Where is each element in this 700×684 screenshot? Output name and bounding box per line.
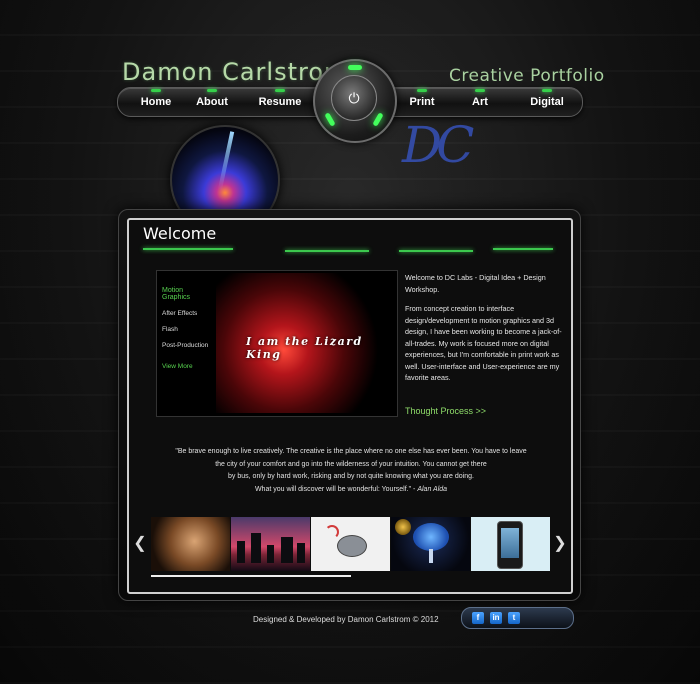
phone-icon — [497, 521, 523, 569]
power-glow-left — [324, 112, 336, 127]
portfolio-carousel: ❮ ❯ — [129, 516, 571, 574]
power-glow-right — [372, 112, 384, 127]
motion-graphics-showcase: Motion Graphics After Effects Flash Post… — [156, 270, 398, 417]
showcase-menu: Motion Graphics After Effects Flash Post… — [162, 287, 212, 379]
tree-trunk — [429, 549, 433, 563]
thought-process-link[interactable]: Thought Process >> — [405, 406, 486, 416]
robot-fish-shape — [337, 535, 367, 557]
accent-line — [143, 248, 233, 250]
chevron-right-icon[interactable]: ❯ — [551, 529, 569, 559]
nav-home[interactable]: Home — [132, 88, 180, 116]
nav-art[interactable]: Art — [458, 88, 502, 116]
nav-print[interactable]: Print — [398, 88, 446, 116]
tree-canopy — [413, 523, 449, 551]
nav-about[interactable]: About — [188, 88, 236, 116]
showcase-heading[interactable]: Motion Graphics — [162, 287, 212, 301]
chevron-left-icon[interactable]: ❮ — [131, 529, 149, 559]
phone-screen — [501, 528, 519, 558]
accent-line — [285, 250, 369, 252]
showcase-item-after-effects[interactable]: After Effects — [162, 310, 212, 317]
power-button[interactable]: ⏻ — [313, 59, 397, 143]
skyline-building — [281, 537, 293, 563]
linkedin-icon[interactable]: in — [490, 612, 502, 624]
thumbnail-smartphone[interactable] — [471, 517, 550, 571]
quote-block: "Be brave enough to live creatively. The… — [151, 446, 551, 496]
nav-digital[interactable]: Digital — [522, 88, 572, 116]
twitter-icon[interactable]: t — [508, 612, 520, 624]
quote-line-text: What you will discover will be wonderful… — [254, 485, 418, 493]
quote-line: What you will discover will be wonderful… — [151, 484, 551, 497]
skyline-building — [251, 533, 261, 563]
showcase-item-post-production[interactable]: Post-Production — [162, 342, 212, 349]
power-glow-top — [348, 65, 362, 70]
gear-icon — [395, 519, 411, 535]
site-name[interactable]: Damon Carlstrom — [122, 58, 348, 86]
signal-icon — [325, 525, 339, 539]
artwork-title: I am the Lizard King — [246, 335, 363, 361]
content-frame: Welcome Motion Graphics After Effects Fl… — [127, 218, 573, 594]
thumbnail-blue-tree[interactable] — [391, 517, 470, 571]
tagline: Creative Portfolio — [449, 66, 605, 86]
social-links: f in t — [461, 607, 574, 629]
skyline-building — [237, 541, 245, 563]
galaxy-beam — [217, 131, 235, 191]
thumbnail-robot-fish[interactable] — [311, 517, 390, 571]
intro-paragraph: From concept creation to interface desig… — [405, 304, 562, 382]
showcase-item-flash[interactable]: Flash — [162, 326, 212, 333]
content-panel: Welcome Motion Graphics After Effects Fl… — [118, 209, 581, 601]
accent-line — [399, 250, 473, 252]
quote-line: the city of your comfort and go into the… — [215, 460, 487, 468]
view-more-link[interactable]: View More — [162, 363, 212, 370]
thumbnail-portrait-artwork[interactable] — [151, 517, 230, 571]
skyline-building — [267, 545, 274, 563]
carousel-scrollbar[interactable] — [151, 575, 351, 577]
thumbnail-city-skyline[interactable] — [231, 517, 310, 571]
skyline-building — [297, 543, 305, 563]
facebook-icon[interactable]: f — [472, 612, 484, 624]
quote-line: by bus, only by hard work, risking and b… — [228, 473, 474, 480]
intro-text: Welcome to DC Labs - Digital Idea + Desi… — [405, 272, 565, 392]
quote-line: "Be brave enough to live creatively. The… — [175, 448, 527, 455]
footer-credit-text: Designed & Developed by Damon Carlstrom — [253, 615, 411, 624]
lizard-king-artwork[interactable]: I am the Lizard King — [216, 273, 394, 413]
quote-author: Alan Alda — [417, 485, 448, 493]
footer-credit: Designed & Developed by Damon Carlstrom … — [253, 615, 439, 624]
footer-year: © 2012 — [412, 615, 439, 624]
nav-resume[interactable]: Resume — [252, 88, 308, 116]
intro-paragraph: Welcome to DC Labs - Digital Idea + Desi… — [405, 273, 546, 294]
power-icon: ⏻ — [331, 75, 377, 121]
accent-line — [493, 248, 553, 250]
page-title: Welcome — [143, 224, 217, 243]
monogram-logo: DC — [402, 116, 474, 174]
